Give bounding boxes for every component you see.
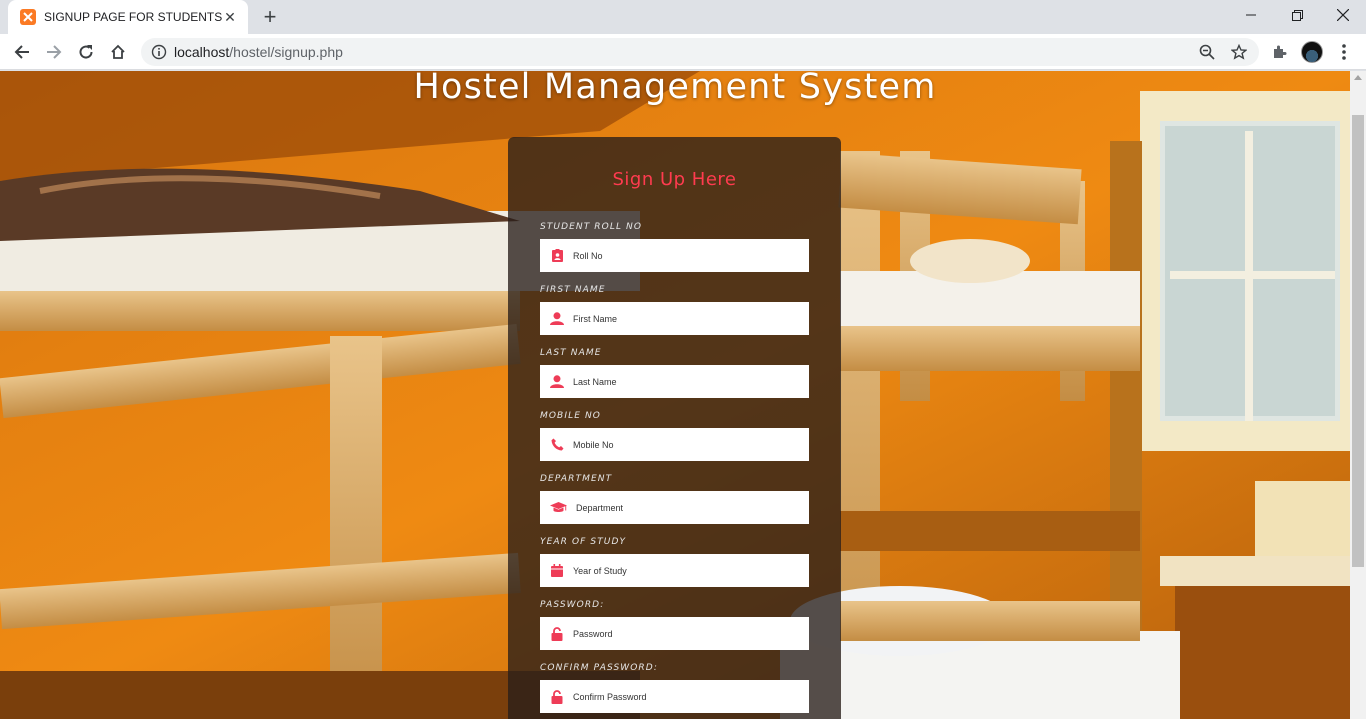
last-name-label: LAST NAME <box>540 348 602 358</box>
signup-form-card: Sign Up Here STUDENT ROLL NO FIRST NAME … <box>508 137 841 719</box>
url-host: localhost <box>174 44 230 60</box>
bookmark-star-icon[interactable] <box>1230 43 1248 65</box>
user-icon <box>549 311 565 327</box>
minimize-button[interactable] <box>1228 0 1274 30</box>
reload-icon <box>79 45 93 59</box>
password-input[interactable] <box>573 628 793 639</box>
phone-icon <box>549 437 565 453</box>
year-of-study-input[interactable] <box>573 565 793 576</box>
confirm-password-input[interactable] <box>573 691 793 702</box>
home-icon <box>111 44 125 59</box>
tab-strip: SIGNUP PAGE FOR STUDENTS ✕ + <box>0 0 1366 34</box>
forward-button[interactable] <box>40 38 68 66</box>
url-text: localhost/hostel/signup.php <box>174 44 343 60</box>
department-input[interactable] <box>576 502 796 513</box>
close-window-button[interactable] <box>1320 0 1366 30</box>
id-badge-icon <box>549 248 565 264</box>
confirm-password-field[interactable] <box>540 680 809 713</box>
lock-icon <box>549 626 565 642</box>
last-name-input[interactable] <box>573 376 793 387</box>
first-name-field[interactable] <box>540 302 809 335</box>
tab-close-icon[interactable]: ✕ <box>222 9 238 25</box>
extensions-button[interactable] <box>1266 38 1294 66</box>
mobile-no-input[interactable] <box>573 439 793 450</box>
page-viewport: Hostel Management System Sign Up Here ST… <box>0 71 1350 719</box>
department-field[interactable] <box>540 491 809 524</box>
user-icon <box>549 374 565 390</box>
confirm-password-label: CONFIRM PASSWORD: <box>540 663 658 673</box>
roll-no-input[interactable] <box>573 250 793 261</box>
page-title: Hostel Management System <box>413 71 937 107</box>
puzzle-icon <box>1274 45 1287 58</box>
password-field[interactable] <box>540 617 809 650</box>
mobile-no-field[interactable] <box>540 428 809 461</box>
year-of-study-field[interactable] <box>540 554 809 587</box>
lock-icon <box>549 689 565 705</box>
last-name-field[interactable] <box>540 365 809 398</box>
xampp-favicon-icon <box>20 9 36 25</box>
reload-button[interactable] <box>72 38 100 66</box>
first-name-label: FIRST NAME <box>540 285 606 295</box>
restore-button[interactable] <box>1274 0 1320 30</box>
roll-no-label: STUDENT ROLL NO <box>540 222 643 232</box>
scroll-up-arrow-icon[interactable] <box>1354 75 1362 80</box>
first-name-input[interactable] <box>573 313 793 324</box>
roll-no-field[interactable] <box>540 239 809 272</box>
department-label: DEPARTMENT <box>540 474 613 484</box>
mobile-no-label: MOBILE NO <box>540 411 601 421</box>
forward-arrow-icon <box>47 45 62 59</box>
calendar-icon <box>549 563 565 579</box>
address-bar[interactable]: localhost/hostel/signup.php <box>141 38 1259 66</box>
home-button[interactable] <box>104 38 132 66</box>
back-button[interactable] <box>8 38 36 66</box>
new-tab-button[interactable]: + <box>258 6 282 30</box>
site-info-icon[interactable] <box>151 44 167 65</box>
form-heading: Sign Up Here <box>612 169 737 190</box>
year-of-study-label: YEAR OF STUDY <box>540 537 627 547</box>
browser-toolbar: localhost/hostel/signup.php <box>0 34 1366 70</box>
browser-tab[interactable]: SIGNUP PAGE FOR STUDENTS ✕ <box>8 0 248 34</box>
password-label: PASSWORD: <box>540 600 605 610</box>
graduation-cap-icon <box>549 500 568 516</box>
page-scrollbar[interactable] <box>1350 71 1366 719</box>
profile-avatar[interactable] <box>1301 41 1323 63</box>
scrollbar-thumb[interactable] <box>1352 115 1364 567</box>
url-path: /hostel/signup.php <box>229 44 343 60</box>
tab-title: SIGNUP PAGE FOR STUDENTS <box>44 10 222 24</box>
menu-kebab-icon[interactable] <box>1336 42 1352 62</box>
zoom-icon[interactable] <box>1199 44 1215 65</box>
back-arrow-icon <box>14 45 29 59</box>
